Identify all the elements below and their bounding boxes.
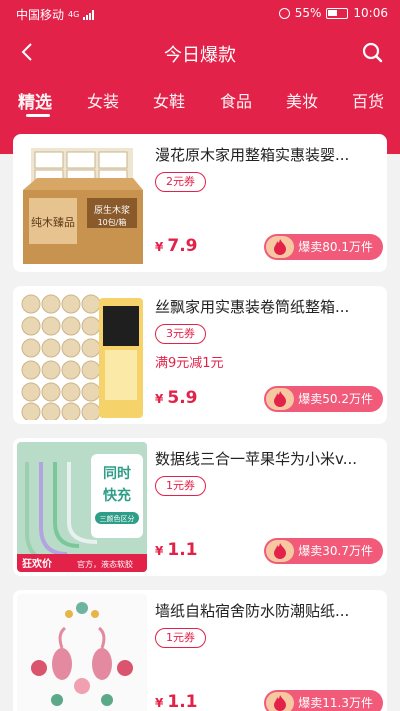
cable-tag: 官方，液态软胶 — [77, 559, 133, 569]
product-title: 数据线三合一苹果华为小米v... — [155, 450, 358, 468]
active-tab-indicator — [26, 114, 50, 117]
price: ¥5.9 — [155, 388, 198, 408]
cable-text-2: 快充 — [103, 487, 131, 504]
page-title: 今日爆款 — [164, 45, 236, 66]
flame-icon — [266, 540, 295, 562]
price: ¥7.9 — [155, 236, 198, 256]
flame-icon — [266, 388, 295, 410]
product-title: 墙纸自粘宿舍防水防潮贴纸... — [155, 602, 350, 620]
price: ¥1.1 — [155, 540, 198, 560]
product-image-tissue-box: 纯木臻品 原生木浆 10包/箱 — [17, 138, 147, 268]
alarm-icon — [278, 7, 290, 19]
coupon-badge[interactable]: 1元券 — [155, 628, 206, 648]
coupon-badge[interactable]: 1元券 — [155, 476, 206, 496]
product-card[interactable]: 墙纸自粘宿舍防水防潮贴纸... 1元券 ¥1.1 爆卖11.3万件 — [13, 590, 387, 711]
product-title: 漫花原木家用整箱实惠装婴... — [155, 146, 350, 164]
tab-general-goods[interactable]: 百货 — [352, 88, 384, 112]
tab-cosmetics[interactable]: 美妆 — [286, 88, 318, 112]
search-icon[interactable] — [360, 40, 384, 64]
cable-text-3: 三颜色区分 — [100, 514, 135, 523]
flame-icon — [266, 692, 295, 711]
battery-icon — [326, 7, 349, 19]
product-card[interactable]: 丝飘家用实惠装卷筒纸整箱... 3元券 满9元减1元 ¥5.9 爆卖50.2万件 — [13, 286, 387, 424]
network-label: 4G — [68, 10, 80, 19]
navbar: 今日爆款 — [0, 28, 400, 78]
signal-icon — [83, 9, 95, 20]
box-label-text: 原生木浆 — [94, 204, 130, 216]
carrier-label: 中国移动 — [16, 8, 65, 22]
promo-text: 满9元减1元 — [155, 356, 224, 371]
sold-count-badge: 爆卖80.1万件 — [264, 234, 383, 260]
category-tabs: 精选 女装 女鞋 食品 美妆 百货 — [0, 80, 400, 120]
tab-featured[interactable]: 精选 — [18, 88, 52, 113]
tab-womens-shoes[interactable]: 女鞋 — [153, 88, 185, 112]
box-brand-text: 纯木臻品 — [31, 215, 75, 229]
status-bar: 中国移动 4G 55% 10:06 — [0, 0, 400, 28]
product-card[interactable]: 同时 快充 三颜色区分 狂欢价 官方，液态软胶 数据线三合一苹果华为小米v...… — [13, 438, 387, 576]
product-card[interactable]: 纯木臻品 原生木浆 10包/箱 漫花原木家用整箱实惠装婴... 2元券 ¥7.9… — [13, 134, 387, 272]
product-image-charging-cable: 同时 快充 三颜色区分 狂欢价 官方，液态软胶 — [17, 442, 147, 572]
sold-count-badge: 爆卖50.2万件 — [264, 386, 383, 412]
product-title: 丝飘家用实惠装卷筒纸整箱... — [155, 298, 350, 316]
header: 中国移动 4G 55% 10:06 今日爆款 精选 女装 女鞋 食品 美妆 百货 — [0, 0, 400, 154]
sold-count-badge: 爆卖11.3万件 — [264, 690, 383, 711]
tab-food[interactable]: 食品 — [220, 88, 252, 112]
cable-text-1: 同时 — [103, 465, 131, 482]
coupon-badge[interactable]: 2元券 — [155, 172, 206, 192]
cable-badge: 狂欢价 — [22, 557, 53, 570]
box-count-text: 10包/箱 — [98, 217, 127, 227]
product-image-wallpaper-flamingo — [17, 594, 147, 711]
product-image-toilet-roll — [17, 290, 147, 420]
flame-icon — [266, 236, 295, 258]
clock: 10:06 — [353, 6, 388, 20]
price: ¥1.1 — [155, 692, 198, 711]
sold-count-badge: 爆卖30.7万件 — [264, 538, 383, 564]
battery-percent: 55% — [294, 6, 322, 20]
coupon-badge[interactable]: 3元券 — [155, 324, 206, 344]
tab-womens-clothing[interactable]: 女装 — [87, 88, 119, 112]
